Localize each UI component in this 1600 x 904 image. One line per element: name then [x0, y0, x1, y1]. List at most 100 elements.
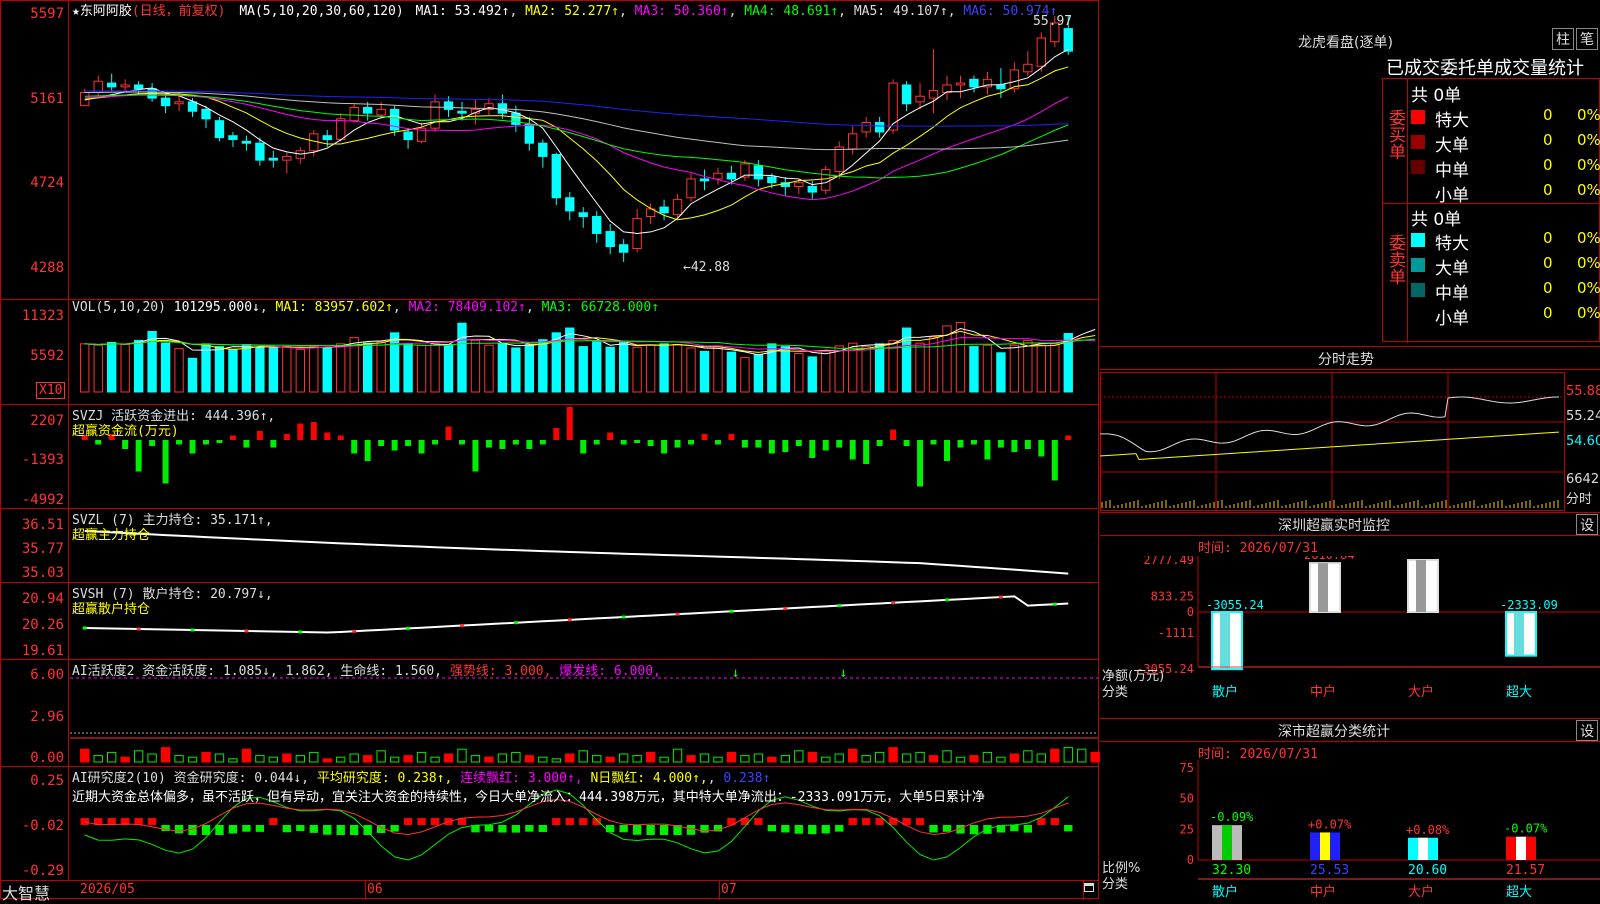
activity-bar: [659, 756, 669, 763]
volume-bar: [470, 339, 481, 393]
activity-bar: [309, 751, 319, 763]
fund-flow-bar: [405, 440, 412, 446]
fenshi-title[interactable]: 分时走势: [1318, 349, 1374, 369]
classify-delta: +0.08%: [1406, 823, 1450, 837]
candle-body: [605, 231, 615, 248]
activity-bar: [416, 751, 427, 763]
ai-activity-bars: ↓ ↓: [70, 665, 1100, 763]
fund-flow-bar: [108, 434, 115, 440]
fund-flow-bar: [445, 426, 452, 440]
row-percent: 0%: [1577, 106, 1600, 124]
fund-flow-bar: [795, 440, 802, 446]
activity-bar: [740, 755, 750, 763]
candle-body: [160, 97, 171, 107]
classify-ytick: 50: [1180, 792, 1194, 806]
fund-flow-bar: [566, 407, 573, 440]
volume-bar: [1009, 344, 1020, 393]
fund-flow-bar: [1065, 435, 1072, 440]
candle-body: [538, 142, 548, 157]
candle-body: [107, 82, 117, 88]
buy-side-label: 委买单: [1385, 109, 1405, 160]
research-bar: [646, 825, 655, 835]
monitor-category: 超大: [1506, 685, 1532, 700]
fenshi-price-mid: 55.24: [1566, 409, 1600, 424]
kline-chart-area[interactable]: ↓ ↓: [0, 0, 1100, 900]
monitor-bar-shade: [1416, 560, 1426, 612]
classify-delta: +0.07%: [1308, 817, 1352, 831]
classify-value: 20.60: [1408, 863, 1447, 878]
volume-bar: [794, 352, 804, 393]
monitor-time: 时间: 2026/07/31: [1198, 541, 1318, 556]
volume-bar: [565, 327, 575, 393]
research-bar: [875, 818, 884, 825]
research-bar: [592, 818, 601, 825]
row-percent: 0%: [1577, 131, 1600, 149]
research-bar: [228, 825, 238, 834]
activity-bar: [686, 755, 696, 763]
svsh-marker: [190, 628, 195, 632]
row-label: 特大: [1435, 234, 1469, 254]
research-bar: [403, 818, 413, 825]
moving-average-lines: [84, 48, 1069, 234]
candle-body: [955, 82, 966, 86]
classify-ytick: 0: [1187, 853, 1194, 867]
volume-bar: [834, 345, 844, 393]
color-swatch: [1411, 110, 1425, 124]
row-percent: 0%: [1577, 156, 1600, 174]
candle-body: [1063, 28, 1073, 52]
fund-flow-bar: [863, 440, 870, 464]
volume-bar: [268, 347, 279, 393]
fenshi-price-line: [1100, 396, 1560, 453]
tick-mode-button[interactable]: 笔: [1576, 28, 1598, 50]
monitor-axis-label: 净额(万元): [1102, 669, 1164, 684]
candle-body: [511, 112, 521, 125]
fund-flow-bar: [1038, 440, 1045, 457]
bar-mode-button[interactable]: 柱: [1552, 28, 1574, 50]
activity-bar: [376, 750, 386, 763]
buy-row: 大单 0 0%: [1411, 131, 1600, 156]
volume-bar: [1023, 339, 1033, 393]
candle-body: [201, 108, 211, 120]
candle-body: [443, 101, 454, 110]
fund-flow-bar: [216, 440, 223, 443]
fenshi-chart[interactable]: [1100, 372, 1600, 512]
fund-flow-bar: [81, 435, 88, 440]
monitor-category: 中户: [1310, 684, 1336, 700]
row-percent: 0%: [1577, 304, 1600, 322]
activity-bar: [618, 753, 629, 763]
fund-flow-bar: [539, 440, 546, 445]
monitor-bar-shade: [1318, 563, 1328, 612]
research-bar: [363, 825, 372, 835]
color-swatch: [1411, 283, 1425, 297]
fund-flow-bar: [351, 440, 358, 454]
research-bar: [983, 825, 992, 834]
fund-flow-bar: [337, 435, 344, 440]
candle-body: [551, 154, 561, 199]
monitor-bar-chart: 2777.49833.250-1111-3055.24-3055.24散户261…: [1102, 556, 1600, 700]
classify-settings-button[interactable]: 设: [1576, 720, 1598, 741]
activity-bar: [187, 756, 198, 763]
candle-body: [362, 107, 373, 114]
candle-body: [322, 135, 332, 140]
volume-bars: [80, 322, 1096, 393]
volume-bar: [538, 339, 548, 393]
candle-body: [403, 131, 413, 140]
activity-bar: [915, 751, 925, 763]
monitor-settings-button[interactable]: 设: [1576, 514, 1598, 535]
order-stats-box: 委买单 委卖单 共 0单 共 0单 特大 0 0% 大单 0 0% 中单 0 0% 小单 0 0% 特…: [1382, 78, 1600, 343]
volume-bar: [645, 344, 656, 393]
research-bar: [269, 818, 278, 825]
activity-bar: [443, 753, 454, 763]
signal-arrow: ↓: [839, 665, 847, 681]
stats-tab[interactable]: 已成交委托单成交量统计: [1386, 54, 1600, 80]
activity-bar: [874, 751, 885, 763]
volume-bar: [160, 342, 171, 393]
volume-bar: [120, 344, 130, 393]
monitor-bar-label: -2333.09: [1500, 598, 1558, 612]
activity-bar: [592, 755, 602, 763]
research-bar: [80, 818, 89, 825]
activity-bar: [268, 756, 279, 763]
fund-flow-bar: [728, 434, 735, 440]
classify-bar-shade: [1516, 836, 1526, 860]
volume-bar: [174, 348, 184, 393]
